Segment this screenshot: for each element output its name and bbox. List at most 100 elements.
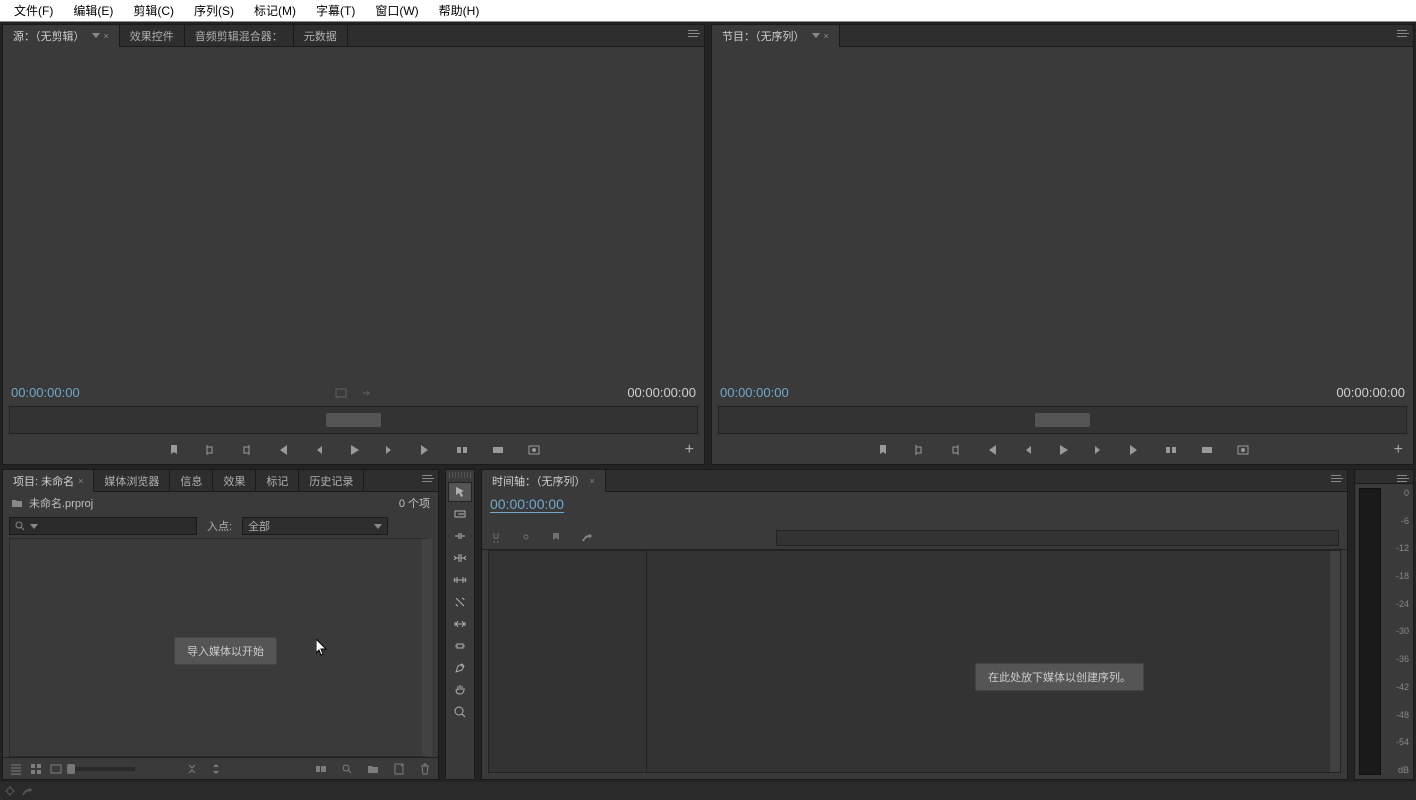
panel-menu-icon[interactable] (1395, 474, 1409, 484)
close-icon[interactable]: × (78, 476, 83, 486)
go-to-in-icon[interactable] (983, 442, 999, 458)
hand-tool[interactable] (448, 680, 472, 700)
tab-markers[interactable]: 标记 (256, 470, 299, 492)
tab-history[interactable]: 历史记录 (299, 470, 364, 492)
time-ruler[interactable] (776, 530, 1339, 546)
tab-info[interactable]: 信息 (170, 470, 213, 492)
search-dropdown-icon[interactable] (30, 524, 38, 529)
menu-marker[interactable]: 标记(M) (244, 0, 306, 21)
insert-icon[interactable] (454, 442, 470, 458)
step-back-icon[interactable] (1019, 442, 1035, 458)
source-scrubber[interactable] (9, 406, 698, 434)
tab-media-browser[interactable]: 媒体浏览器 (94, 470, 170, 492)
find-icon[interactable] (340, 762, 354, 776)
tab-timeline[interactable]: 时间轴：（无序列） × (482, 470, 606, 492)
slip-tool[interactable] (448, 614, 472, 634)
project-bin[interactable]: 导入媒体以开始 (9, 538, 432, 757)
rate-stretch-tool[interactable] (448, 570, 472, 590)
add-marker-icon[interactable] (550, 531, 564, 545)
in-point-select[interactable]: 全部 (242, 517, 388, 535)
go-to-out-icon[interactable] (418, 442, 434, 458)
menu-title[interactable]: 字幕(T) (306, 0, 365, 21)
step-fwd-icon[interactable] (1091, 442, 1107, 458)
sort-icon[interactable] (185, 762, 199, 776)
menu-clip[interactable]: 剪辑(C) (123, 0, 184, 21)
button-editor-icon[interactable]: + (1394, 441, 1403, 459)
play-icon[interactable] (1055, 442, 1071, 458)
tab-effect-controls[interactable]: 效果控件 (120, 25, 185, 47)
icon-view-icon[interactable] (29, 762, 43, 776)
close-icon[interactable]: × (590, 476, 595, 486)
step-back-icon[interactable] (310, 442, 326, 458)
menu-edit[interactable]: 编辑(E) (63, 0, 123, 21)
wrench-icon[interactable] (20, 785, 32, 797)
rolling-edit-tool[interactable] (448, 548, 472, 568)
export-frame-icon[interactable] (526, 442, 542, 458)
razor-tool[interactable] (448, 592, 472, 612)
tab-metadata[interactable]: 元数据 (294, 25, 348, 47)
marker-icon[interactable] (875, 442, 891, 458)
audio-meter-track[interactable] (1359, 488, 1381, 775)
overwrite-icon[interactable] (490, 442, 506, 458)
source-tc-current[interactable]: 00:00:00:00 (11, 385, 80, 400)
updown-icon[interactable] (209, 762, 223, 776)
export-frame-icon[interactable] (1235, 442, 1251, 458)
search-input[interactable] (9, 517, 197, 535)
panel-menu-icon[interactable] (420, 474, 434, 484)
close-icon[interactable]: × (104, 31, 109, 41)
menu-file[interactable]: 文件(F) (4, 0, 63, 21)
panel-grip[interactable] (449, 472, 471, 478)
source-viewer[interactable] (3, 47, 704, 381)
dropdown-icon[interactable] (812, 33, 820, 38)
slide-tool[interactable] (448, 636, 472, 656)
fit-icon[interactable] (335, 387, 347, 399)
zoom-slider[interactable] (69, 767, 135, 771)
zoom-tool[interactable] (448, 702, 472, 722)
tab-source[interactable]: 源：（无剪辑） × (3, 25, 120, 47)
trash-icon[interactable] (418, 762, 432, 776)
ripple-edit-tool[interactable] (448, 526, 472, 546)
tab-audio-clip-mixer[interactable]: 音频剪辑混合器： (185, 25, 294, 47)
step-fwd-icon[interactable] (382, 442, 398, 458)
list-view-icon[interactable] (9, 762, 23, 776)
import-media-button[interactable]: 导入媒体以开始 (174, 637, 277, 665)
pen-tool[interactable] (448, 658, 472, 678)
menu-sequence[interactable]: 序列(S) (184, 0, 244, 21)
lift-icon[interactable] (1163, 442, 1179, 458)
tab-program[interactable]: 节目：（无序列） × (712, 25, 840, 47)
button-editor-icon[interactable]: + (685, 441, 694, 459)
close-icon[interactable]: × (824, 31, 829, 41)
freeform-view-icon[interactable] (49, 762, 63, 776)
selection-tool[interactable] (448, 482, 472, 502)
new-bin-icon[interactable] (366, 762, 380, 776)
go-to-in-icon[interactable] (274, 442, 290, 458)
tab-project[interactable]: 项目: 未命名 × (3, 470, 94, 492)
play-icon[interactable] (346, 442, 362, 458)
panel-menu-icon[interactable] (1395, 29, 1409, 39)
mark-out-icon[interactable] (238, 442, 254, 458)
mark-in-icon[interactable] (202, 442, 218, 458)
program-viewer[interactable] (712, 47, 1413, 381)
track-select-tool[interactable] (448, 504, 472, 524)
loop-icon[interactable] (361, 387, 373, 399)
track-headers[interactable] (489, 551, 647, 772)
mark-out-icon[interactable] (947, 442, 963, 458)
mark-in-icon[interactable] (911, 442, 927, 458)
new-item-icon[interactable] (392, 762, 406, 776)
linked-selection-icon[interactable] (520, 531, 534, 545)
menu-window[interactable]: 窗口(W) (365, 0, 428, 21)
gear-icon[interactable] (4, 785, 16, 797)
track-area[interactable]: 在此处放下媒体以创建序列。 (647, 551, 1340, 772)
timeline-tc[interactable]: 00:00:00:00 (490, 496, 564, 512)
panel-menu-icon[interactable] (1329, 474, 1343, 484)
tab-effects[interactable]: 效果 (213, 470, 256, 492)
timeline-tracks[interactable]: 在此处放下媒体以创建序列。 (488, 550, 1341, 773)
settings-icon[interactable] (580, 531, 594, 545)
program-tc-current[interactable]: 00:00:00:00 (720, 385, 789, 400)
extract-icon[interactable] (1199, 442, 1215, 458)
go-to-out-icon[interactable] (1127, 442, 1143, 458)
auto-sequence-icon[interactable] (314, 762, 328, 776)
menu-help[interactable]: 帮助(H) (429, 0, 490, 21)
dropdown-icon[interactable] (92, 33, 100, 38)
snap-icon[interactable] (490, 531, 504, 545)
